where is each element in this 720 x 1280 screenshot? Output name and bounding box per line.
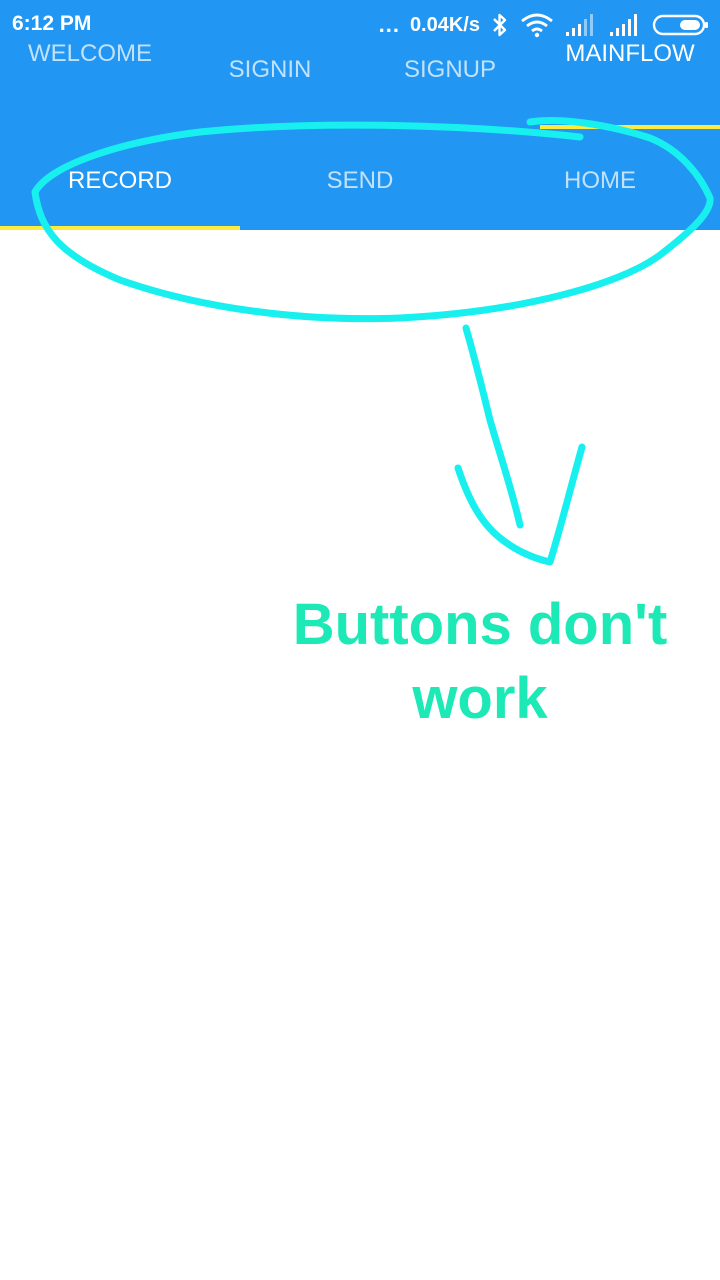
arrow-head (454, 443, 586, 566)
app-bar: 6:12 PM ... 0.04K/s WELCOME SIGNIN SIGNU… (0, 0, 720, 230)
main-tab-indicator (540, 125, 720, 129)
battery-icon (652, 12, 710, 38)
tab-welcome[interactable]: WELCOME (0, 36, 180, 124)
tab-signup[interactable]: SIGNUP (360, 36, 540, 124)
signal-icon (564, 12, 598, 38)
tab-signin[interactable]: SIGNIN (180, 36, 360, 124)
bluetooth-icon (490, 12, 510, 38)
annotation-text: Buttons don't work (292, 592, 668, 731)
tab-label: RECORD (67, 167, 172, 194)
sub-tab-bar: RECORD SEND HOME (0, 136, 720, 226)
tab-mainflow[interactable]: MAINFLOW (540, 36, 720, 124)
sub-tab-indicator (0, 226, 240, 230)
screen: 6:12 PM ... 0.04K/s WELCOME SIGNIN SIGNU… (0, 0, 720, 1280)
arrow-icon (462, 324, 524, 529)
tab-label: MAINFLOW (565, 40, 695, 67)
tab-send[interactable]: SEND (240, 136, 480, 226)
signal-icon (608, 12, 642, 38)
tab-label: HOME (564, 167, 636, 194)
tab-label: WELCOME (27, 40, 152, 67)
tab-record[interactable]: RECORD (0, 136, 240, 226)
tab-label: SEND (326, 167, 394, 194)
main-tab-bar: WELCOME SIGNIN SIGNUP MAINFLOW (0, 36, 720, 124)
more-notifications-indicator: ... (378, 12, 400, 37)
status-time: 6:12 PM (12, 12, 92, 35)
network-speed: 0.04K/s (409, 13, 480, 36)
tab-home[interactable]: HOME (480, 136, 720, 226)
wifi-icon (520, 12, 554, 38)
tab-label: SIGNUP (403, 56, 496, 83)
tab-label: SIGNIN (228, 56, 312, 83)
